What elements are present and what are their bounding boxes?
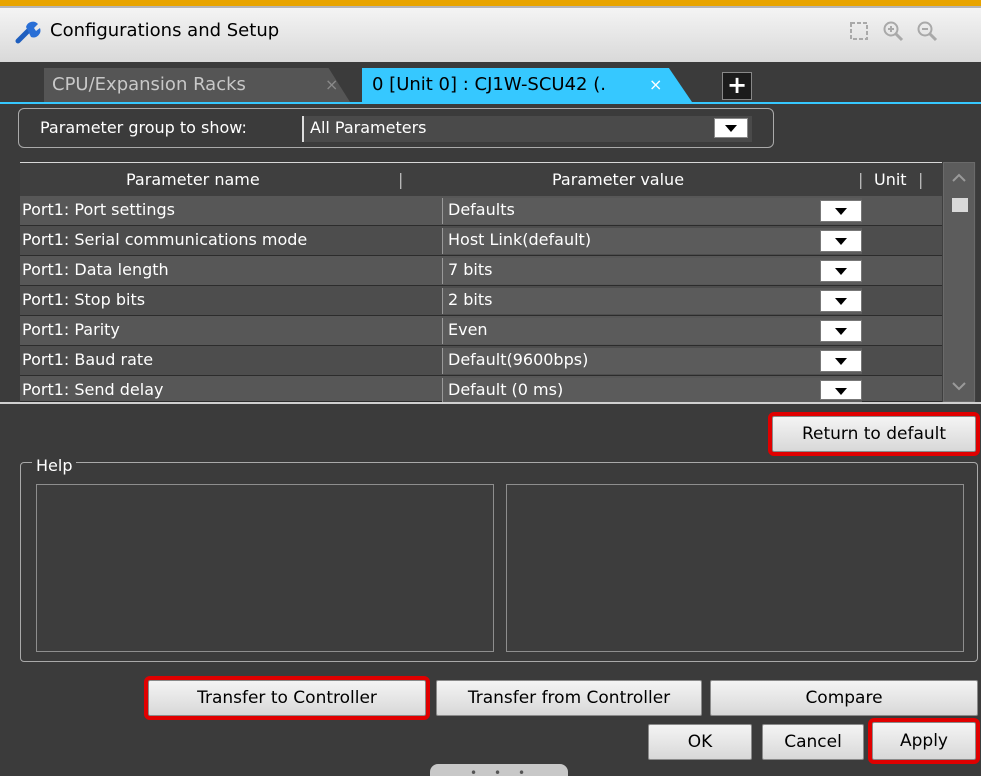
chevron-down-icon[interactable] [820, 200, 862, 222]
parameter-value: Even [448, 320, 488, 339]
grip-dot: • [518, 766, 526, 776]
chevron-down-icon[interactable] [820, 230, 862, 252]
chevron-down-icon[interactable] [820, 350, 862, 372]
window-title: Configurations and Setup [50, 20, 280, 41]
column-separator: | [858, 170, 864, 189]
close-icon[interactable]: × [649, 75, 662, 94]
parameter-name: Port1: Data length [22, 260, 169, 279]
tab-label: CPU/Expansion Racks [52, 74, 246, 95]
parameter-name: Port1: Send delay [22, 380, 164, 399]
help-pane-left [36, 484, 494, 652]
grip-dot: • [494, 766, 502, 776]
tab-underline [0, 102, 981, 104]
table-divider [0, 402, 981, 404]
parameter-value: Default (0 ms) [448, 380, 564, 399]
column-separator: | [918, 170, 924, 189]
chevron-down-icon[interactable] [820, 260, 862, 282]
parameter-name: Port1: Stop bits [22, 290, 146, 309]
parameter-value-select[interactable] [442, 288, 862, 314]
scrollbar-thumb[interactable] [952, 198, 968, 212]
column-header-name[interactable]: Parameter name [126, 170, 260, 189]
parameter-group-value: All Parameters [310, 118, 427, 137]
compare-button[interactable]: Compare [710, 680, 978, 716]
parameter-name: Port1: Baud rate [22, 350, 154, 369]
column-separator: | [398, 170, 404, 189]
fit-icon[interactable] [848, 20, 870, 42]
zoom-in-icon[interactable] [882, 20, 904, 42]
scroll-down-icon[interactable] [945, 372, 973, 400]
parameter-name: Port1: Port settings [22, 200, 175, 219]
parameter-value: 2 bits [448, 290, 493, 309]
return-to-default-button[interactable]: Return to default [768, 412, 980, 456]
parameter-name: Port1: Parity [22, 320, 120, 339]
parameter-value: Host Link(default) [448, 230, 592, 249]
parameter-value-select[interactable] [442, 318, 862, 344]
transfer-from-controller-button[interactable]: Transfer from Controller [436, 680, 702, 716]
chevron-down-icon[interactable] [820, 380, 862, 400]
chevron-down-icon[interactable] [714, 118, 748, 138]
tab-label: 0 [Unit 0] : CJ1W-SCU42 (. [372, 74, 606, 95]
help-pane-right [506, 484, 964, 652]
wrench-icon [15, 21, 41, 44]
zoom-out-icon[interactable] [916, 20, 938, 42]
scroll-up-icon[interactable] [945, 164, 973, 192]
parameter-value: Defaults [448, 200, 515, 219]
apply-button[interactable]: Apply [868, 718, 980, 764]
close-icon[interactable]: × [325, 75, 338, 94]
chevron-down-icon[interactable] [820, 290, 862, 312]
ok-button[interactable]: OK [648, 724, 752, 760]
chevron-down-icon[interactable] [820, 320, 862, 342]
parameter-value-select[interactable] [442, 258, 862, 284]
parameter-group-label: Parameter group to show: [40, 118, 247, 137]
parameter-value: Default(9600bps) [448, 350, 589, 369]
column-header-unit[interactable]: Unit [874, 170, 907, 189]
cancel-button[interactable]: Cancel [762, 724, 864, 760]
add-tab-button[interactable]: + [722, 72, 752, 100]
parameter-value: 7 bits [448, 260, 493, 279]
column-header-value[interactable]: Parameter value [552, 170, 684, 189]
help-label: Help [32, 456, 77, 475]
transfer-to-controller-button[interactable]: Transfer to Controller [144, 676, 430, 720]
parameter-name: Port1: Serial communications mode [22, 230, 308, 249]
grip-dot: • [470, 766, 478, 776]
